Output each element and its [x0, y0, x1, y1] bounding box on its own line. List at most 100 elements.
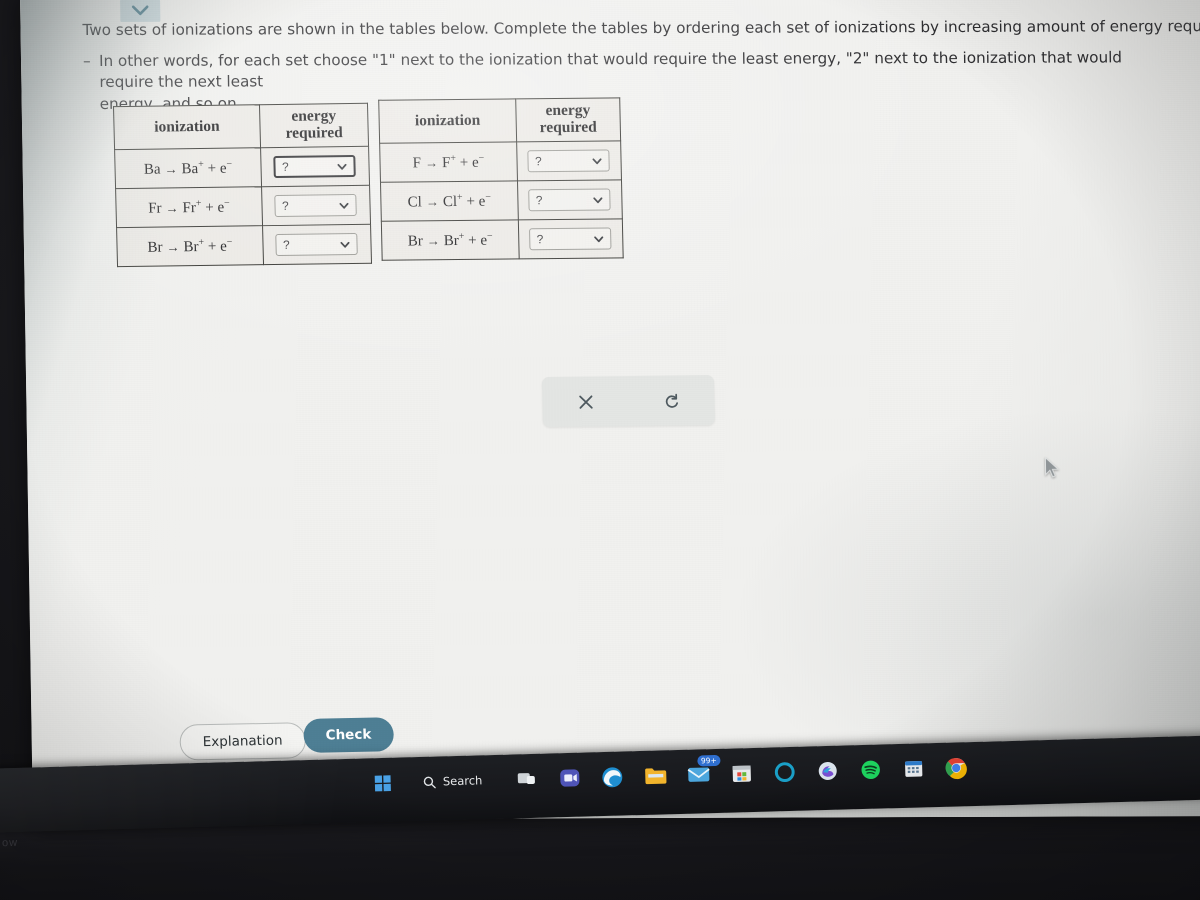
energy-cell: ?	[517, 179, 623, 220]
reactant: Cl	[407, 193, 423, 210]
taskbar-search[interactable]: Search	[413, 769, 497, 793]
chrome-icon	[945, 757, 967, 779]
table-header-row: ionization energy required	[378, 97, 621, 144]
electron-charge: −	[223, 197, 230, 209]
energy-cell: ?	[262, 224, 372, 265]
table-row: F → F+ + e− ?	[379, 140, 622, 183]
teams-button[interactable]	[556, 765, 583, 792]
reactant: Br	[147, 239, 163, 256]
arrow-icon: →	[424, 154, 439, 170]
check-button[interactable]: Check	[303, 717, 394, 753]
product-charge: +	[195, 197, 202, 209]
electron-charge: −	[478, 152, 485, 164]
close-icon	[578, 394, 593, 409]
reaction-cell: Ba → Ba+ + e−	[114, 147, 262, 189]
task-view-button[interactable]	[513, 766, 540, 793]
product: Cl	[442, 193, 458, 210]
product: Fr	[182, 199, 197, 216]
taskbar-items: Search 99+	[370, 754, 970, 796]
electron-charge: −	[486, 230, 493, 242]
file-explorer-button[interactable]	[642, 762, 669, 789]
clear-answers-button[interactable]	[565, 384, 606, 418]
energy-rank-value: ?	[536, 232, 544, 247]
mail-button[interactable]: 99+	[685, 754, 721, 788]
cortana-icon	[774, 762, 795, 783]
cortana-button[interactable]	[771, 759, 798, 786]
collapse-instructions-button[interactable]	[120, 0, 161, 22]
undo-icon	[665, 393, 678, 408]
screenshot-root: ow Two sets of ionizations are shown in …	[0, 0, 1200, 900]
reaction-cell: Fr → Fr+ + e−	[115, 186, 263, 228]
ionization-table-2: ionization energyrequired F→F+ + e− ?	[378, 97, 624, 261]
energy-cell: ?	[516, 140, 622, 181]
reaction-cell: Br → Br+ + e−	[116, 225, 264, 267]
arrow-icon: →	[425, 193, 440, 209]
chevron-down-icon	[131, 5, 149, 16]
arrow-icon: →	[165, 199, 179, 215]
energy-cell: ?	[261, 185, 371, 226]
explanation-button[interactable]: Explanation	[179, 722, 307, 761]
edge-icon	[602, 766, 623, 787]
arrow-icon: →	[164, 160, 178, 176]
column-header-ionization: ionization	[378, 98, 517, 144]
instruction-bullet-line-1: In other words, for each set choose "1" …	[98, 47, 1123, 92]
edge-button[interactable]	[599, 763, 626, 790]
table-row: Cl → Cl+ + e− ?	[380, 179, 623, 222]
start-button[interactable]	[370, 770, 397, 797]
product-charge: +	[197, 158, 204, 170]
taskbar-search-label: Search	[442, 773, 483, 789]
arrow-icon: →	[426, 232, 440, 248]
browser-page: Two sets of ionizations are shown in the…	[19, 0, 1200, 821]
product-charge: +	[458, 230, 465, 242]
calendar-button[interactable]	[900, 755, 927, 782]
energy-rank-select[interactable]: ?	[528, 188, 612, 212]
electron-charge: −	[485, 191, 492, 203]
energy-rank-value: ?	[281, 159, 289, 174]
chevron-down-icon	[339, 202, 349, 209]
undo-button[interactable]	[651, 383, 692, 417]
ionization-table-1: ionization energy required Ba → Ba+ + e− ?	[112, 102, 373, 268]
energy-rank-select[interactable]: ?	[275, 232, 359, 257]
chevron-down-icon	[592, 157, 602, 164]
product-charge: +	[456, 191, 463, 203]
energy-rank-select[interactable]: ?	[527, 149, 611, 173]
task-view-icon	[517, 773, 535, 785]
mail-icon	[687, 767, 710, 782]
electron-charge: −	[226, 158, 233, 170]
table-row: Ba → Ba+ + e− ?	[114, 146, 370, 189]
spotify-button[interactable]	[857, 756, 884, 783]
product: Br	[183, 238, 199, 255]
energy-rank-select[interactable]: ?	[529, 227, 612, 251]
chevron-down-icon	[337, 163, 347, 170]
energy-rank-value: ?	[281, 198, 289, 213]
product: Ba	[181, 160, 199, 177]
product: F	[441, 154, 451, 171]
reaction-cell: F → F+ + e−	[379, 141, 518, 183]
copilot-button[interactable]	[814, 758, 841, 785]
teams-icon	[559, 769, 579, 787]
arrow-icon: →	[166, 238, 180, 254]
table-row: Fr → Fr+ + e− ?	[115, 185, 371, 228]
column-header-ionization: ionization	[113, 104, 261, 150]
table-row: Br → Br+ + e− ?	[116, 224, 372, 267]
energy-rank-value: ?	[535, 193, 543, 208]
chevron-down-icon	[593, 196, 603, 203]
column-header-energy-required: energy required	[259, 103, 369, 148]
chrome-button[interactable]	[943, 754, 970, 781]
energy-rank-select[interactable]: ?	[274, 193, 358, 218]
energy-rank-value: ?	[282, 237, 290, 252]
energy-cell: ?	[260, 146, 370, 187]
product: Br	[443, 232, 459, 249]
microsoft-store-button[interactable]	[728, 760, 755, 787]
spotify-icon	[861, 760, 880, 780]
energy-rank-select[interactable]: ?	[273, 154, 357, 179]
product-charge: +	[450, 152, 457, 164]
folder-icon	[644, 767, 666, 784]
tables-area: ionization energy required Ba → Ba+ + e− ?	[112, 97, 716, 428]
chevron-down-icon	[340, 241, 350, 248]
windows-icon	[374, 775, 391, 792]
laptop-brand-text: ow	[1, 836, 19, 850]
electron-charge: −	[226, 236, 233, 248]
table-row: Br → Br+ + e− ?	[381, 218, 624, 261]
energy-rank-value: ?	[534, 154, 542, 169]
